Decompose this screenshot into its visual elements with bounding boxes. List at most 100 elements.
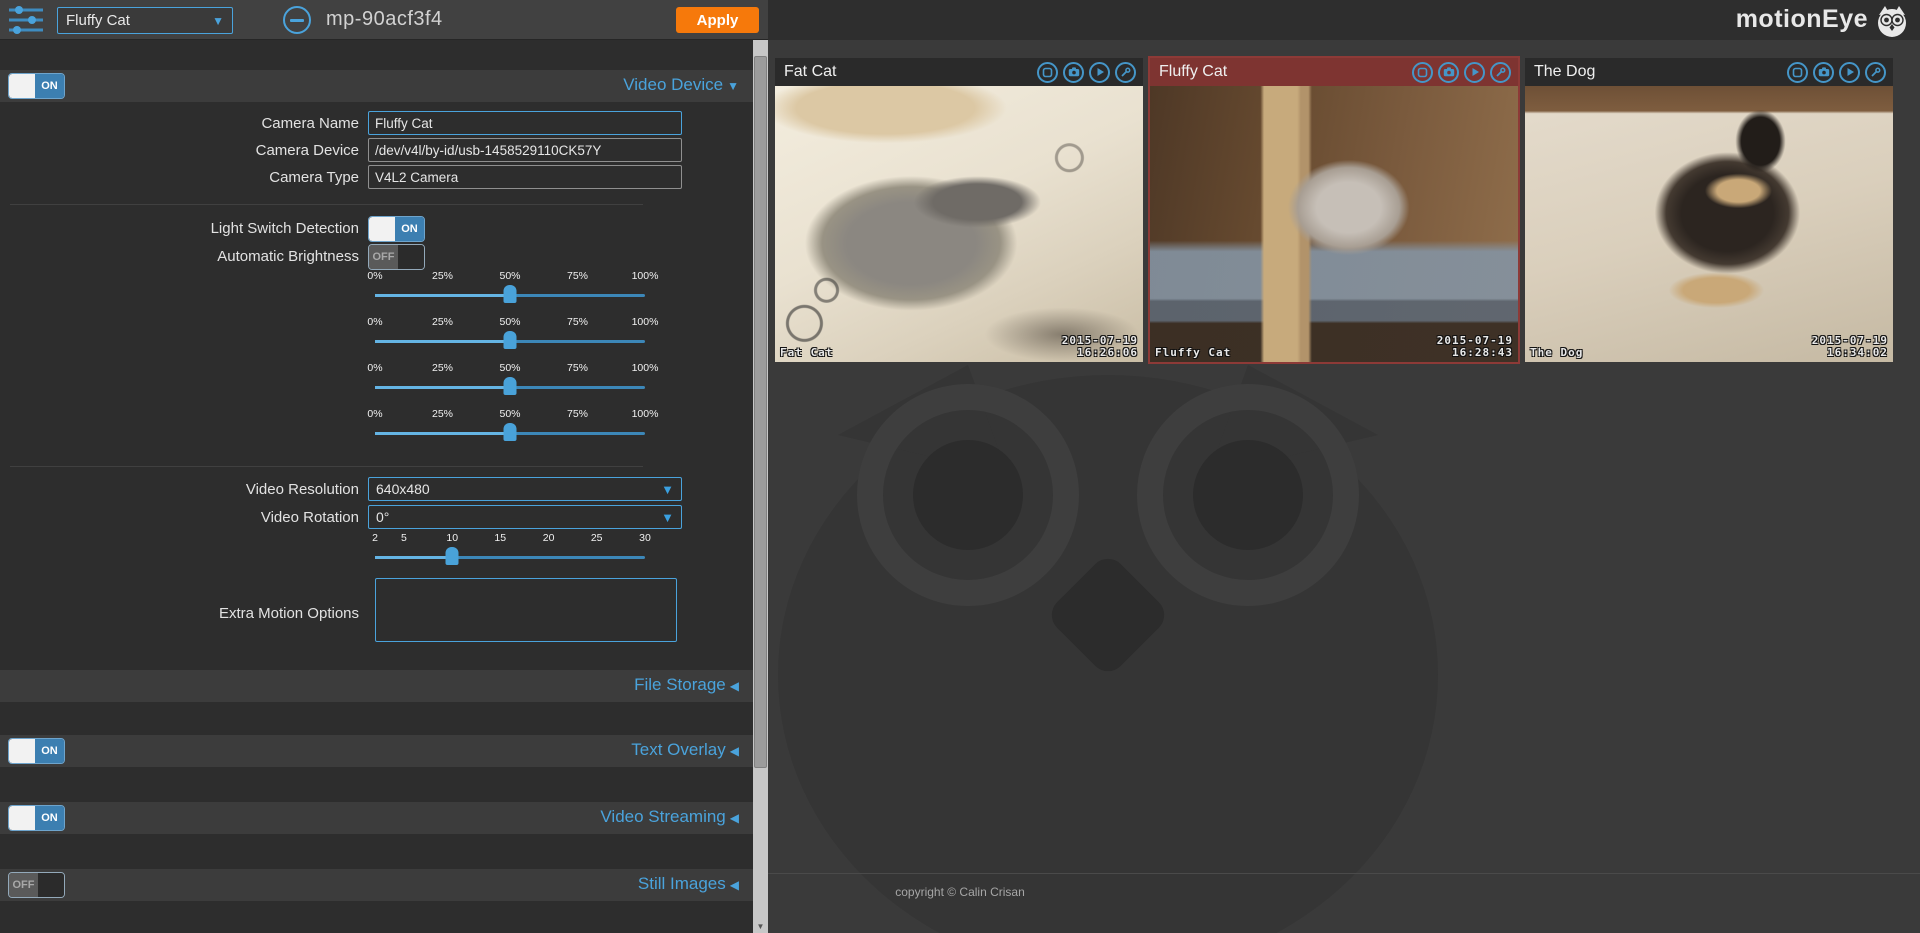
section-video-streaming: ON Video Streaming◀ — [0, 802, 753, 834]
collapse-arrow-icon: ◀ — [730, 679, 739, 693]
video-rotation-select[interactable]: 0° ▼ — [368, 505, 682, 529]
section-title-file-storage[interactable]: File Storage◀ — [634, 675, 739, 695]
fullscreen-icon[interactable] — [1787, 62, 1808, 83]
collapse-arrow-icon: ◀ — [730, 878, 739, 892]
toggle-knob — [9, 739, 35, 763]
camera-tiles-row: Fat Cat Fat Cat 2015-07-1916:26:06 — [775, 58, 1893, 362]
snapshot-icon[interactable] — [1438, 62, 1459, 83]
auto-brightness-label: Automatic Brightness — [0, 248, 368, 265]
play-icon[interactable] — [1089, 62, 1110, 83]
extra-motion-options-label: Extra Motion Options — [0, 605, 368, 622]
toggle-knob — [38, 873, 64, 897]
fullscreen-icon[interactable] — [1037, 62, 1058, 83]
still-images-toggle[interactable]: OFF — [8, 872, 65, 898]
play-icon[interactable] — [1839, 62, 1860, 83]
saturation-slider: 0%25% 50%75% 100% — [375, 362, 645, 402]
camera-frame-fluffy-cat[interactable]: Fluffy Cat 2015-07-1916:28:43 — [1150, 86, 1518, 362]
settings-wrench-icon[interactable] — [1115, 62, 1136, 83]
camera-frame-fat-cat[interactable]: Fat Cat 2015-07-1916:26:06 — [775, 86, 1143, 362]
snapshot-icon[interactable] — [1063, 62, 1084, 83]
toggle-state-label: OFF — [369, 245, 398, 269]
camera-type-input[interactable] — [368, 165, 682, 189]
video-resolution-select[interactable]: 640x480 ▼ — [368, 477, 682, 501]
collapse-arrow-icon: ◀ — [730, 811, 739, 825]
overlay-camera-name: The Dog — [1530, 346, 1583, 359]
auto-brightness-toggle[interactable]: OFF — [368, 244, 425, 270]
apply-button[interactable]: Apply — [676, 7, 759, 33]
camera-type-row: Camera Type — [0, 165, 682, 189]
video-resolution-label: Video Resolution — [0, 481, 368, 498]
play-icon[interactable] — [1464, 62, 1485, 83]
owl-logo-icon — [1874, 3, 1910, 39]
camera-name-row: Camera Name — [0, 111, 682, 135]
text-overlay-toggle[interactable]: ON — [8, 738, 65, 764]
brand-title: motionEye — [1736, 5, 1868, 34]
video-rotation-row: Video Rotation 0° ▼ — [0, 505, 682, 529]
camera-tile-header: Fluffy Cat — [1150, 58, 1518, 86]
settings-sliders-icon[interactable] — [8, 4, 44, 36]
camera-title: The Dog — [1525, 63, 1787, 81]
camera-tile-fat-cat[interactable]: Fat Cat Fat Cat 2015-07-1916:26:06 — [775, 58, 1143, 362]
section-text-overlay: ON Text Overlay◀ — [0, 735, 753, 767]
section-title-text-overlay[interactable]: Text Overlay◀ — [631, 740, 739, 760]
camera-name-label: Camera Name — [0, 115, 368, 132]
copyright-text: copyright © Calin Crisan — [895, 885, 1025, 899]
camera-select-value: Fluffy Cat — [66, 12, 212, 29]
section-file-storage: File Storage◀ — [0, 670, 753, 702]
overlay-camera-name: Fluffy Cat — [1155, 346, 1231, 359]
divider — [10, 204, 643, 205]
overlay-camera-name: Fat Cat — [780, 346, 833, 359]
toggle-state-label: ON — [35, 739, 64, 763]
chevron-down-icon: ▼ — [661, 510, 674, 525]
scrollbar-thumb[interactable] — [754, 56, 767, 768]
video-streaming-toggle[interactable]: ON — [8, 805, 65, 831]
camera-select-dropdown[interactable]: Fluffy Cat ▼ — [57, 7, 233, 34]
camera-device-input[interactable] — [368, 138, 682, 162]
motioneye-app: Fat Cat Fat Cat 2015-07-1916:26:06 — [0, 0, 1920, 933]
overlay-timestamp: 2015-07-1916:26:06 — [1062, 335, 1138, 359]
camera-grid-area: Fat Cat Fat Cat 2015-07-1916:26:06 — [768, 40, 1920, 933]
chevron-down-icon: ▼ — [661, 482, 674, 497]
toggle-knob — [369, 217, 395, 241]
collapse-arrow-icon: ◀ — [730, 744, 739, 758]
video-device-toggle[interactable]: ON — [8, 73, 65, 99]
hue-slider: 0%25% 50%75% 100% — [375, 408, 645, 448]
camera-action-icons — [1037, 62, 1136, 83]
remove-camera-button[interactable] — [283, 6, 311, 34]
top-bar-left: Fluffy Cat ▼ mp-90acf3f4 Apply — [0, 0, 768, 40]
light-switch-label: Light Switch Detection — [0, 220, 368, 237]
section-title-video-device[interactable]: Video Device▼ — [623, 75, 739, 95]
frame-rate-slider-handle[interactable] — [446, 547, 459, 565]
toggle-state-label: ON — [35, 74, 64, 98]
contrast-slider-handle[interactable] — [504, 331, 517, 349]
toggle-knob — [9, 74, 35, 98]
camera-tile-fluffy-cat[interactable]: Fluffy Cat Fluffy Cat 2015-07-1916:28:43 — [1150, 58, 1518, 362]
camera-tile-the-dog[interactable]: The Dog The Dog 2015-07-1916:34:02 — [1525, 58, 1893, 362]
toggle-knob — [398, 245, 424, 269]
camera-name-input[interactable] — [368, 111, 682, 135]
extra-motion-options-textarea[interactable] — [375, 578, 677, 642]
camera-frame-the-dog[interactable]: The Dog 2015-07-1916:34:02 — [1525, 86, 1893, 362]
video-resolution-row: Video Resolution 640x480 ▼ — [0, 477, 682, 501]
section-title-still-images[interactable]: Still Images◀ — [638, 874, 739, 894]
scroll-down-icon[interactable]: ▼ — [753, 922, 768, 931]
section-title-video-streaming[interactable]: Video Streaming◀ — [600, 807, 739, 827]
panel-scrollbar[interactable]: ▼ — [753, 40, 768, 933]
top-bar: Fluffy Cat ▼ mp-90acf3f4 Apply motionEye — [0, 0, 1920, 40]
light-switch-toggle[interactable]: ON — [368, 216, 425, 242]
camera-action-icons — [1787, 62, 1886, 83]
settings-wrench-icon[interactable] — [1490, 62, 1511, 83]
auto-brightness-row: Automatic Brightness OFF — [0, 243, 425, 270]
divider — [10, 466, 643, 467]
brightness-slider-handle[interactable] — [504, 285, 517, 303]
light-switch-row: Light Switch Detection ON — [0, 215, 425, 242]
collapse-arrow-icon: ▼ — [727, 79, 739, 93]
snapshot-icon[interactable] — [1813, 62, 1834, 83]
fullscreen-icon[interactable] — [1412, 62, 1433, 83]
settings-wrench-icon[interactable] — [1865, 62, 1886, 83]
saturation-slider-handle[interactable] — [504, 377, 517, 395]
camera-tile-header: The Dog — [1525, 58, 1893, 86]
slider-track[interactable] — [375, 556, 645, 559]
hue-slider-handle[interactable] — [504, 423, 517, 441]
owl-watermark-icon — [778, 355, 1438, 933]
